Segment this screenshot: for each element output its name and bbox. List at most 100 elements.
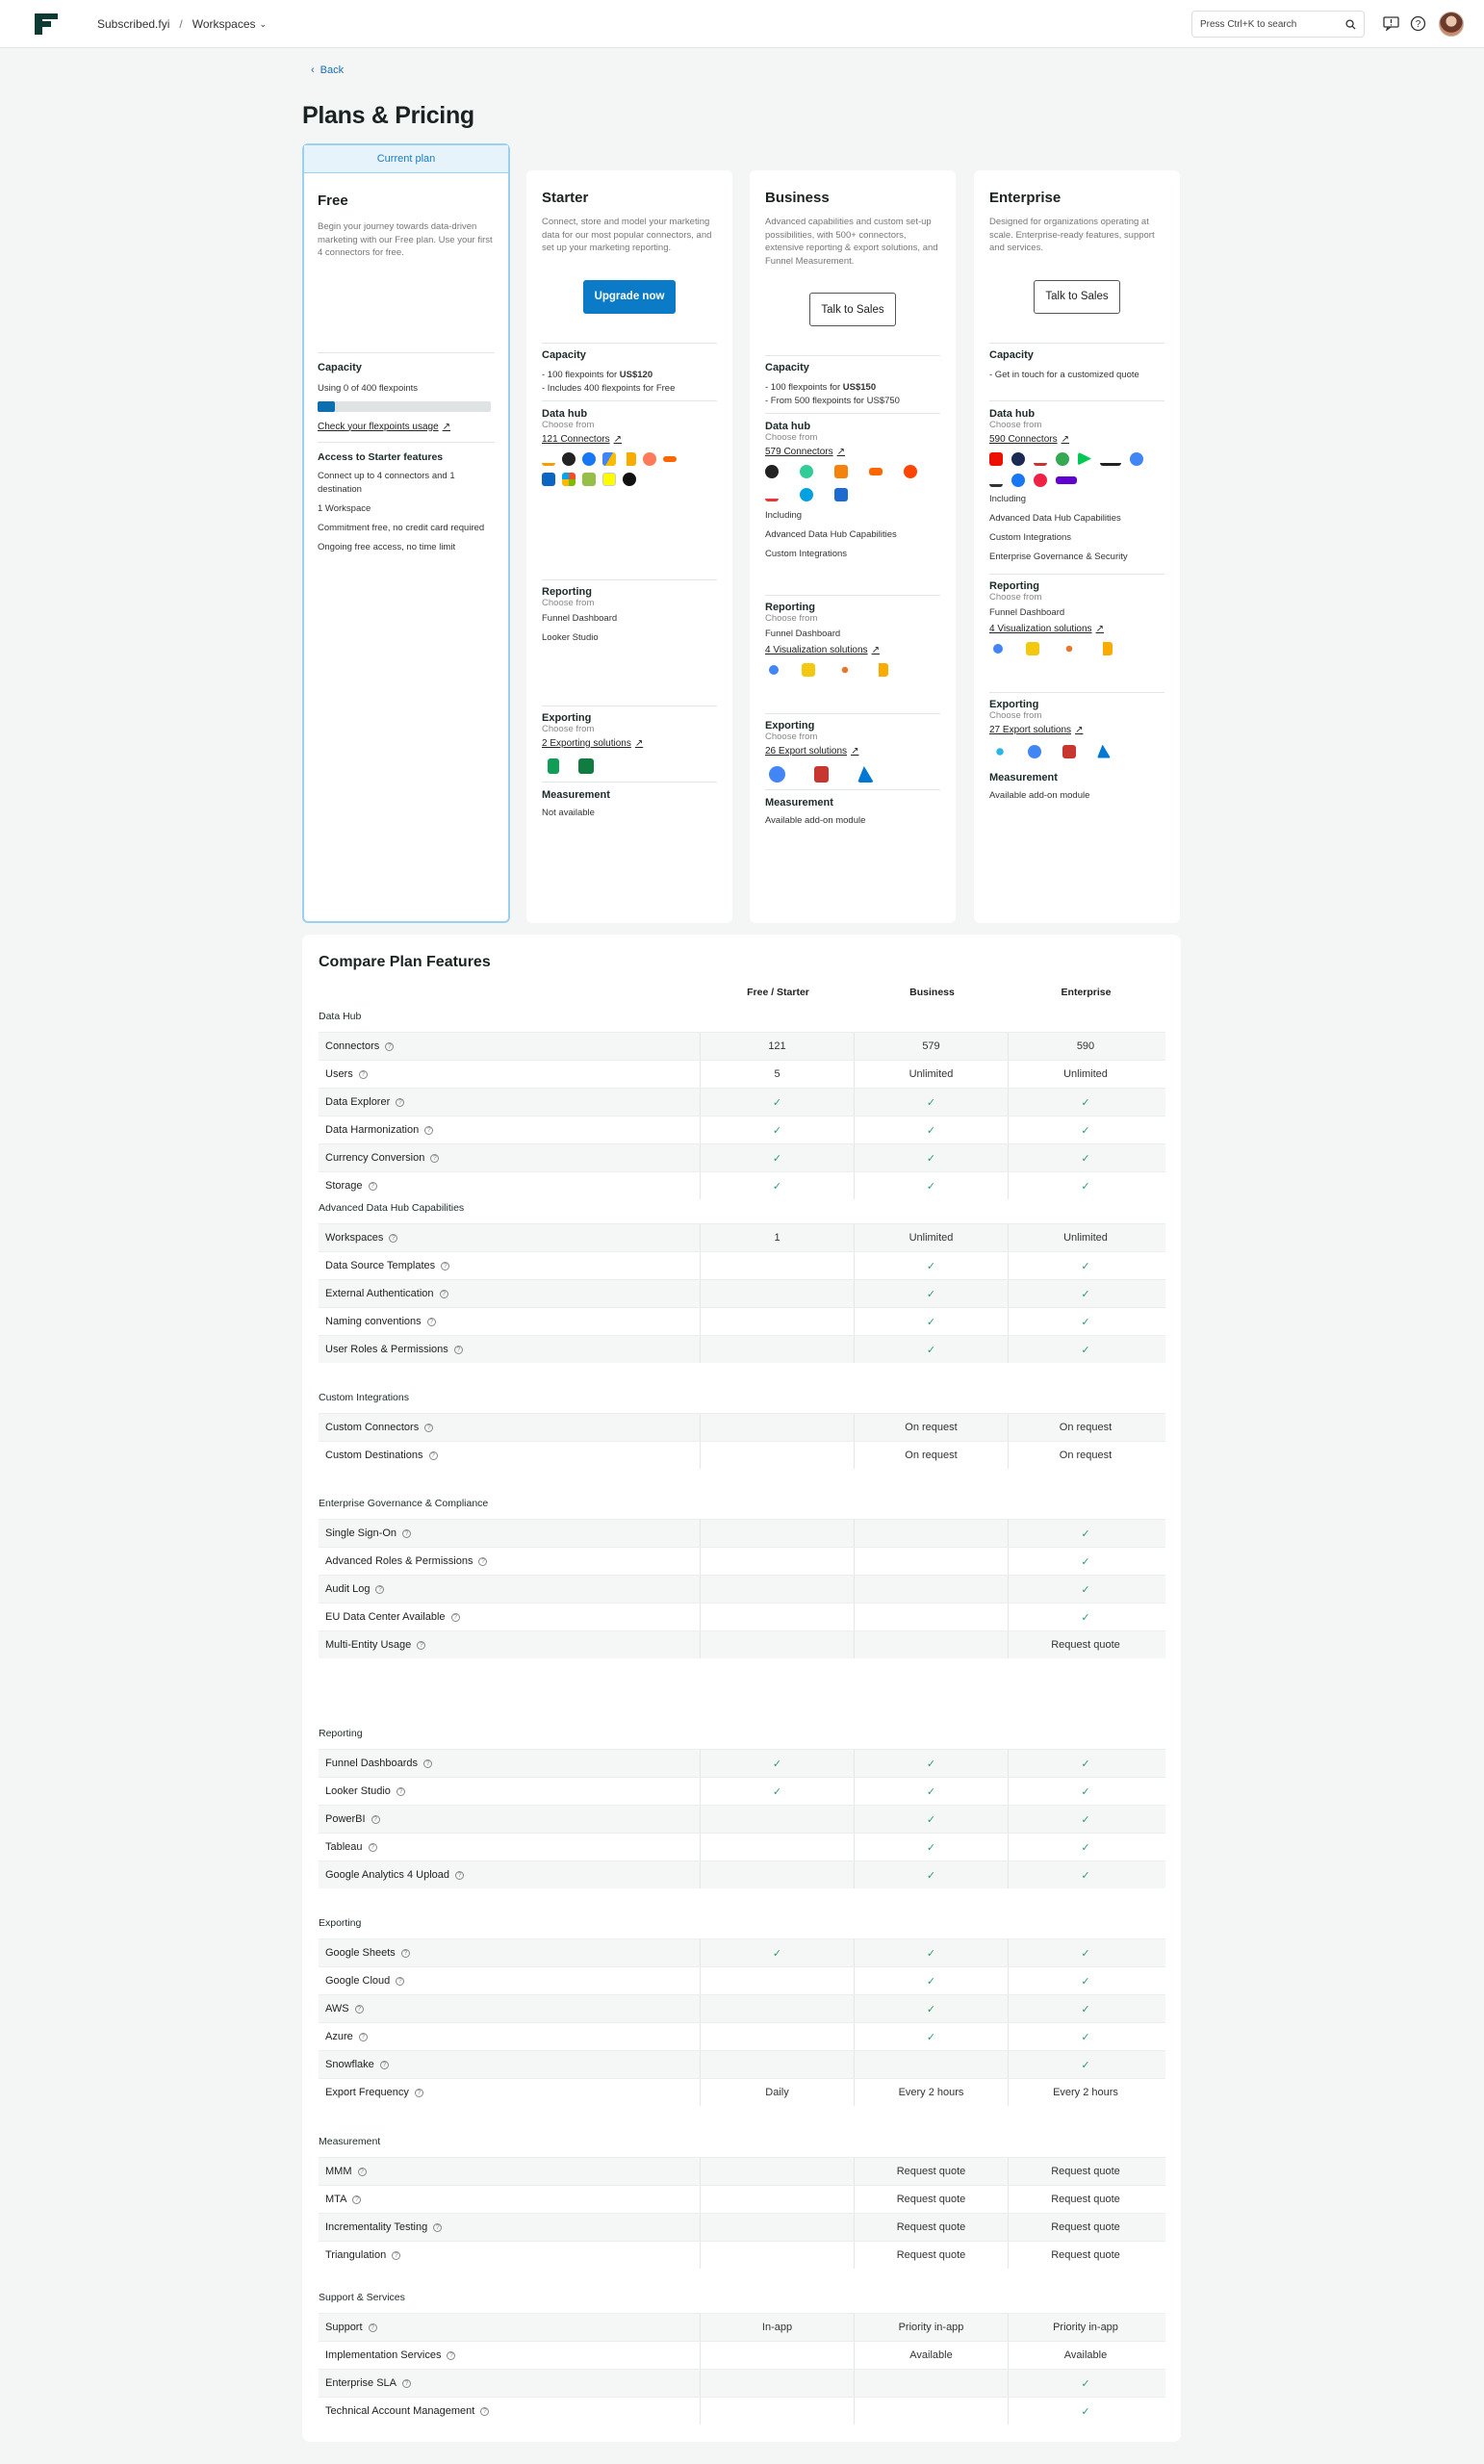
choose-from: Choose from — [989, 591, 1042, 603]
export-link[interactable]: 2 Exporting solutions ↗ — [542, 738, 717, 749]
info-icon[interactable]: ? — [430, 1153, 440, 1163]
table-cell: Unlimited — [1009, 1061, 1163, 1088]
info-icon[interactable]: ? — [368, 2323, 377, 2332]
table-cell: ✓ — [1009, 1520, 1163, 1547]
info-icon[interactable]: ? — [453, 1345, 463, 1354]
feature-label: PowerBI? — [319, 1806, 701, 1833]
connectors-link[interactable]: 121 Connectors ↗ — [542, 434, 717, 445]
info-icon[interactable]: ? — [455, 1870, 465, 1880]
info-icon[interactable]: ? — [480, 2406, 490, 2416]
table-row: Data Explorer? ✓ ✓ ✓ — [319, 1088, 1165, 1116]
talk-to-sales-button[interactable]: Talk to Sales — [809, 293, 896, 326]
feature-group-title: Measurement — [319, 2136, 381, 2147]
export-link[interactable]: 27 Export solutions ↗ — [989, 725, 1164, 735]
feature-name: Technical Account Management — [325, 2405, 475, 2417]
usage-link[interactable]: Check your flexpoints usage ↗ — [318, 422, 495, 432]
table-row: Export Frequency? Daily Every 2 hours Every… — [319, 2078, 1165, 2106]
export-link-label: 26 Export solutions — [765, 746, 848, 757]
reporting-title: Reporting — [989, 579, 1039, 592]
info-icon[interactable]: ? — [439, 1289, 448, 1298]
help-icon[interactable]: ? — [1408, 13, 1427, 33]
table-row: PowerBI? ✓ ✓ — [319, 1805, 1165, 1833]
reporting-title: Reporting — [765, 602, 815, 613]
check-icon: ✓ — [1081, 2003, 1090, 2015]
info-icon[interactable]: ? — [423, 1758, 433, 1768]
info-icon[interactable]: ? — [396, 1097, 405, 1107]
workspace-switcher[interactable]: Workspaces ⌄ — [192, 17, 267, 31]
info-icon[interactable]: ? — [396, 1976, 405, 1986]
reporting-item: Looker Studio — [542, 631, 599, 643]
info-icon[interactable]: ? — [389, 1233, 398, 1243]
external-link-icon: ↗ — [613, 433, 622, 445]
info-icon[interactable]: ? — [428, 1450, 438, 1460]
info-icon[interactable]: ? — [368, 1842, 377, 1852]
check-icon: ✓ — [1081, 1180, 1090, 1193]
info-icon[interactable]: ? — [426, 1317, 436, 1326]
including-title: Including — [765, 510, 803, 521]
info-icon[interactable]: ? — [396, 1786, 405, 1796]
feedback-icon[interactable] — [1381, 13, 1400, 33]
plan-card-starter: Starter Connect, store and model your ma… — [526, 170, 732, 923]
info-icon[interactable]: ? — [478, 1556, 488, 1566]
search-placeholder: Press Ctrl+K to search — [1200, 18, 1297, 30]
info-icon[interactable]: ? — [358, 2032, 368, 2041]
info-icon[interactable]: ? — [447, 2350, 456, 2360]
info-icon[interactable]: ? — [352, 2194, 362, 2204]
info-icon[interactable]: ? — [450, 1612, 460, 1622]
table-row: Support? In-app Priority in-app Priority in… — [319, 2313, 1165, 2341]
feature-label: Triangulation? — [319, 2242, 701, 2269]
avatar[interactable] — [1439, 12, 1464, 37]
info-icon[interactable]: ? — [379, 2060, 389, 2069]
table-cell: ✓ — [855, 1144, 1009, 1171]
info-icon[interactable]: ? — [354, 2004, 364, 2014]
info-icon[interactable]: ? — [371, 1814, 380, 1824]
export-link[interactable]: 26 Export solutions ↗ — [765, 746, 940, 757]
taboola-icon — [989, 473, 1003, 487]
info-icon[interactable]: ? — [375, 1584, 385, 1594]
info-icon[interactable]: ? — [433, 2222, 443, 2232]
upgrade-now-button[interactable]: Upgrade now — [583, 279, 676, 314]
table-cell — [701, 1442, 855, 1469]
info-icon[interactable]: ? — [357, 2167, 367, 2176]
exporting-title: Exporting — [765, 720, 815, 732]
info-icon[interactable]: ? — [368, 1181, 377, 1191]
check-icon: ✓ — [926, 1813, 936, 1826]
org-name[interactable]: Subscribed.fyi — [97, 17, 169, 31]
back-link[interactable]: ‹ Back — [311, 64, 344, 76]
table-cell: Priority in-app — [855, 2314, 1009, 2341]
info-icon[interactable]: ? — [400, 1948, 410, 1958]
table-cell — [701, 2398, 855, 2425]
plan-card-business: Business Advanced capabilities and custo… — [750, 170, 956, 923]
info-icon[interactable]: ? — [441, 1261, 450, 1270]
table-cell — [855, 2370, 1009, 2397]
column-header-business: Business — [909, 987, 955, 998]
table-cell: ✓ — [1009, 1308, 1163, 1335]
table-cell: ✓ — [855, 1834, 1009, 1861]
info-icon[interactable]: ? — [358, 1069, 368, 1079]
info-icon[interactable]: ? — [424, 1423, 434, 1432]
table-cell: ✓ — [1009, 1576, 1163, 1603]
visualization-link[interactable]: 4 Visualization solutions ↗ — [765, 645, 940, 655]
connectors-link[interactable]: 579 Connectors ↗ — [765, 447, 940, 457]
visualization-link[interactable]: 4 Visualization solutions ↗ — [989, 624, 1164, 634]
info-icon[interactable]: ? — [385, 1041, 395, 1051]
table-cell: ✓ — [701, 1144, 855, 1171]
funnel-logo[interactable] — [35, 13, 58, 35]
info-icon[interactable]: ? — [402, 1528, 411, 1538]
salesforce-icon — [800, 488, 813, 501]
info-icon[interactable]: ? — [392, 2250, 401, 2260]
talk-to-sales-button[interactable]: Talk to Sales — [1034, 279, 1120, 314]
connectors-link[interactable]: 590 Connectors ↗ — [989, 434, 1164, 445]
reddit-icon — [904, 465, 917, 478]
info-icon[interactable]: ? — [401, 2378, 411, 2388]
search-input[interactable]: Press Ctrl+K to search — [1191, 11, 1365, 38]
info-icon[interactable]: ? — [417, 1640, 426, 1650]
aws-icon — [814, 766, 829, 783]
cell-value: Request quote — [896, 2249, 966, 2261]
feature-label: Technical Account Management? — [319, 2398, 701, 2425]
table-row: Google Analytics 4 Upload? ✓ ✓ — [319, 1861, 1165, 1888]
feature-label: Advanced Roles & Permissions? — [319, 1548, 701, 1575]
table-cell: ✓ — [1009, 1336, 1163, 1363]
info-icon[interactable]: ? — [424, 1125, 434, 1135]
info-icon[interactable]: ? — [414, 2088, 423, 2097]
